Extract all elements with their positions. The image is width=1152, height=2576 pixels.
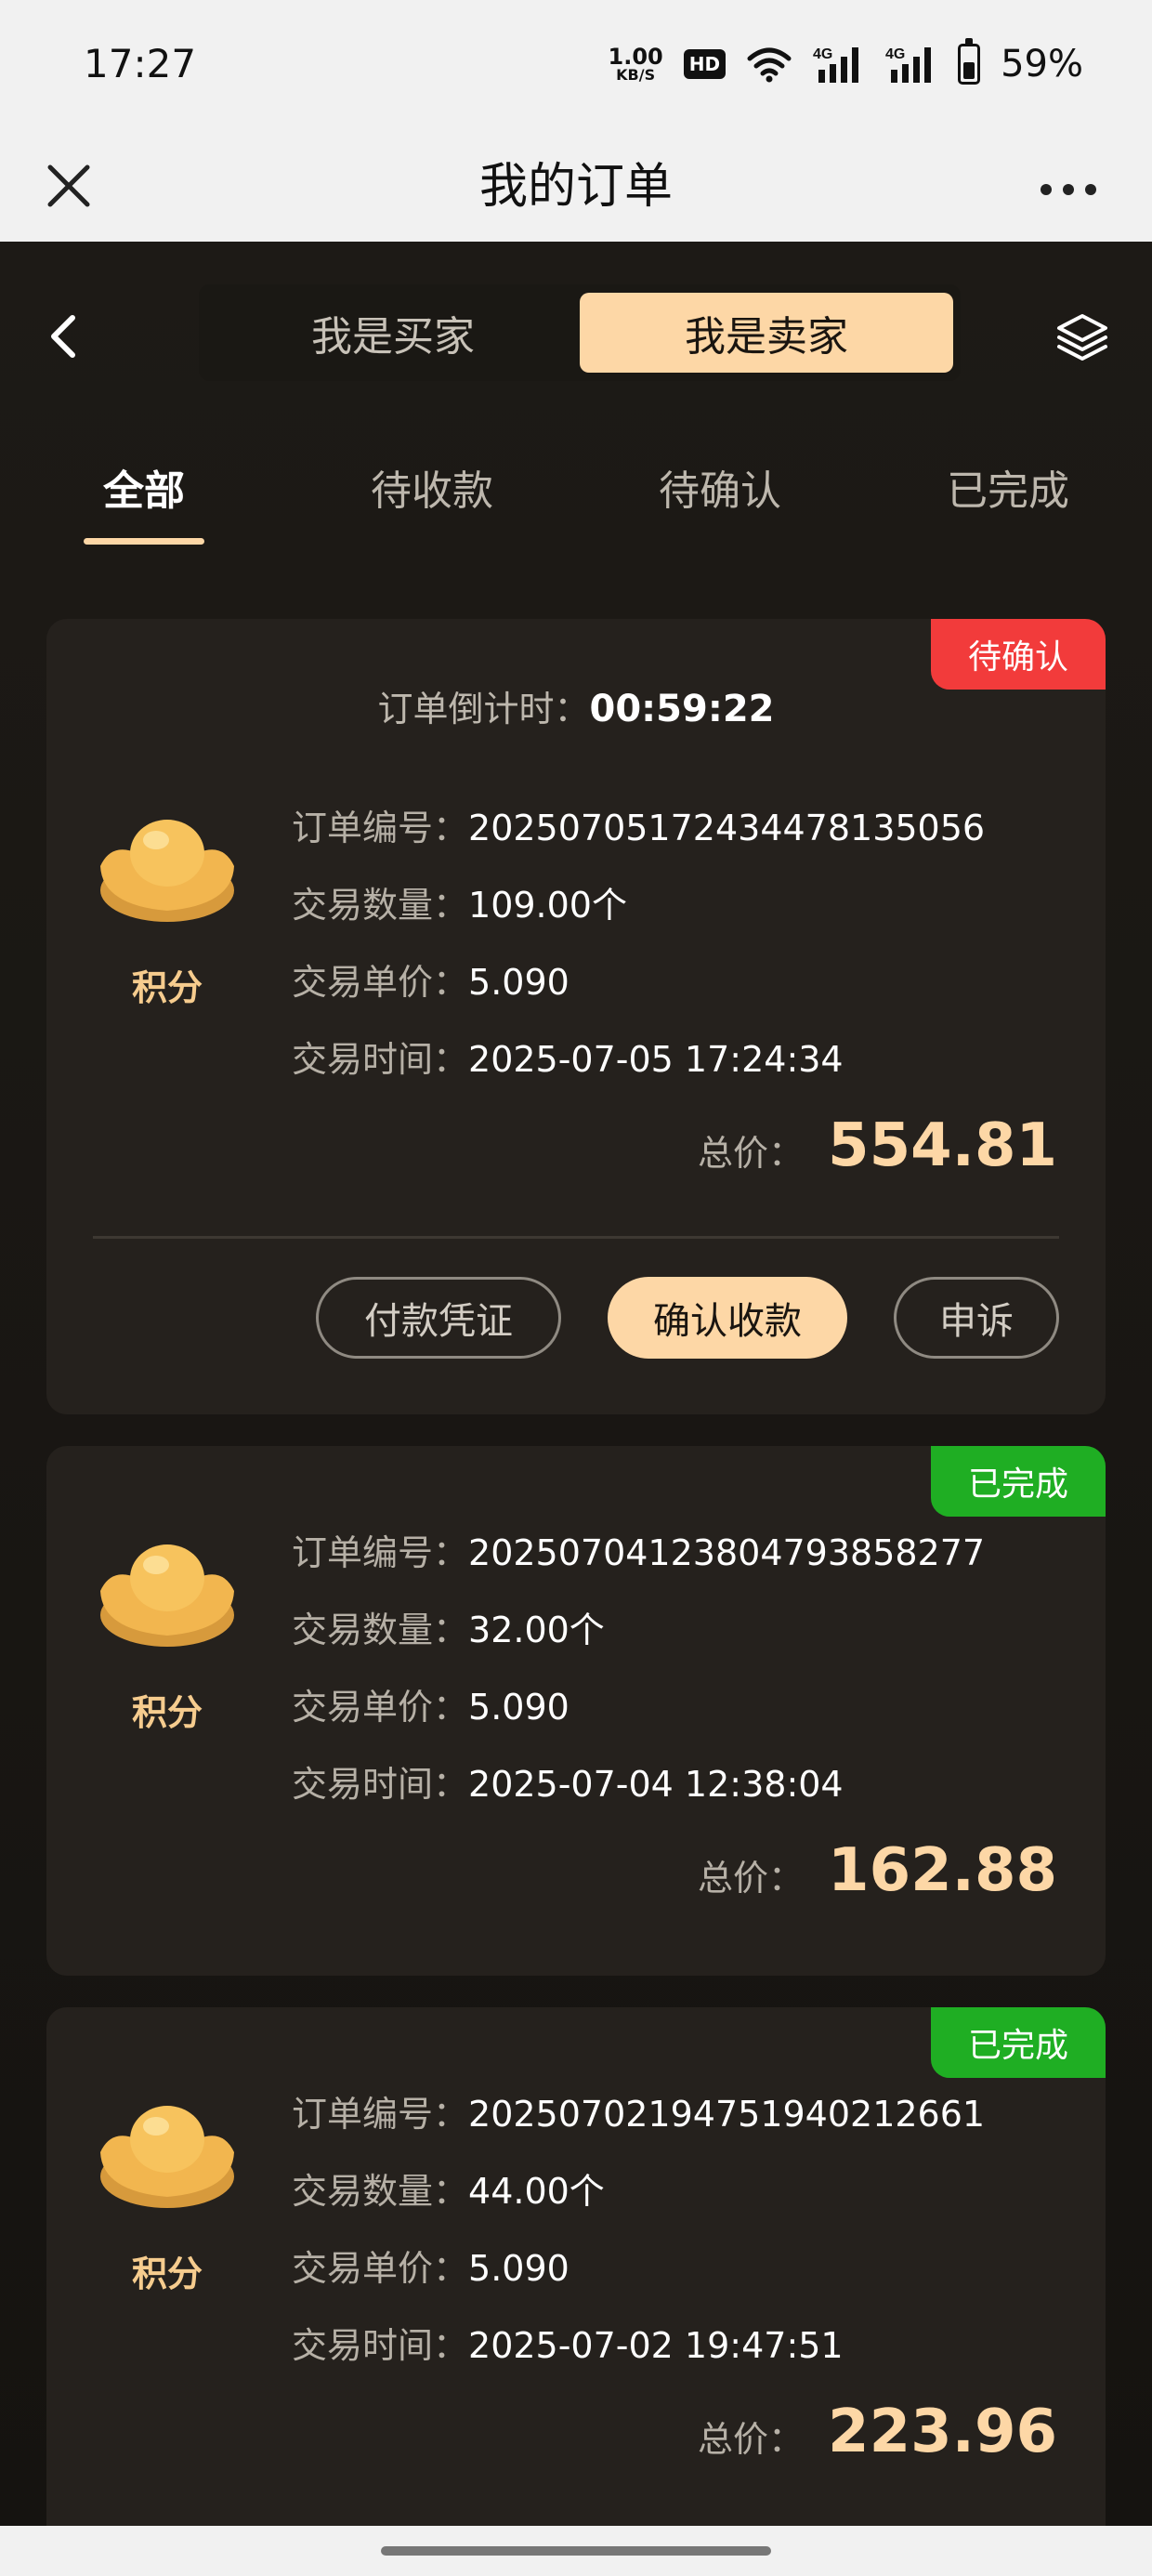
battery-percent: 59% [1001, 43, 1083, 85]
trade-quantity-label: 交易数量： [292, 885, 469, 926]
appeal-button[interactable]: 申诉 [894, 1277, 1059, 1359]
unit-price-label: 交易单价： [292, 1687, 469, 1728]
role-tab-seller[interactable]: 我是卖家 [580, 293, 953, 373]
trade-time-value: 2025-07-05 17:24:34 [468, 1039, 844, 1080]
order-total: 总价： 223.96 [698, 2398, 1057, 2466]
trade-time-label: 交易时间： [292, 1764, 469, 1805]
gold-ingot-icon [100, 2106, 234, 2208]
signal-4g-icon: 4G [813, 46, 859, 83]
status-bar: 17:27 1.00 KB/S HD 4G 4G 59% [0, 0, 1152, 130]
net-speed-value: 1.00 [608, 44, 663, 70]
back-button[interactable] [37, 299, 93, 374]
more-icon [1041, 184, 1096, 195]
page-title: 我的订单 [478, 159, 673, 215]
total-value: 554.81 [828, 1111, 1057, 1180]
order-number-value: 20250705172434478135056 [468, 808, 986, 848]
order-number-label: 订单编号： [292, 808, 469, 848]
role-switch: 我是买家 我是卖家 [199, 284, 961, 381]
total-label: 总价： [698, 1133, 805, 1174]
role-tab-buyer[interactable]: 我是买家 [206, 293, 580, 373]
item-name: 积分 [131, 1692, 203, 1733]
wifi-icon [747, 47, 792, 83]
more-button[interactable] [1022, 149, 1115, 223]
hd-icon: HD [683, 49, 727, 79]
trade-quantity-value: 109.00个 [468, 885, 627, 926]
signal-4g-icon: 4G [885, 46, 932, 83]
order-card[interactable]: 已完成 积分 订单编号：20250704123804793858277 交易数量… [46, 1446, 1106, 1976]
trade-time-label: 交易时间： [292, 1039, 469, 1080]
unit-price-value: 5.090 [468, 1687, 569, 1728]
payment-proof-button[interactable]: 付款凭证 [316, 1277, 561, 1359]
total-value: 223.96 [828, 2398, 1057, 2466]
unit-price-value: 5.090 [468, 962, 569, 1003]
trade-quantity-value: 44.00个 [468, 2171, 605, 2212]
unit-price: 交易单价：5.090 [292, 2240, 569, 2291]
trade-time: 交易时间：2025-07-04 12:38:04 [292, 1755, 844, 1807]
order-number: 订单编号：20250705172434478135056 [292, 799, 985, 850]
status-badge: 已完成 [931, 2007, 1106, 2078]
orders-page: 我是买家 我是卖家 全部 待收款 待确认 已完成 待确认 订单倒计时：00:59… [0, 242, 1152, 2526]
gold-ingot-icon [100, 820, 234, 922]
trade-quantity-label: 交易数量： [292, 2171, 469, 2212]
title-bar: 我的订单 [0, 130, 1152, 242]
unit-price-label: 交易单价： [292, 2248, 469, 2289]
trade-quantity: 交易数量：44.00个 [292, 2162, 605, 2214]
trade-quantity-label: 交易数量： [292, 1610, 469, 1650]
tab-all[interactable]: 全部 [0, 424, 288, 526]
order-number-label: 订单编号： [292, 1532, 469, 1573]
item-name: 积分 [131, 2254, 203, 2294]
trade-time-value: 2025-07-02 19:47:51 [468, 2325, 844, 2366]
net-speed-unit: KB/S [616, 66, 656, 84]
unit-price-label: 交易单价： [292, 962, 469, 1003]
trade-quantity-value: 32.00个 [468, 1610, 605, 1650]
order-total: 总价： 554.81 [698, 1111, 1057, 1180]
status-icons: 1.00 KB/S HD 4G 4G 59% [609, 38, 1083, 87]
unit-price-value: 5.090 [468, 2248, 569, 2289]
status-time: 17:27 [84, 41, 197, 86]
tab-pending-payment[interactable]: 待收款 [288, 424, 576, 526]
status-badge: 待确认 [931, 619, 1106, 690]
tab-pending-confirm[interactable]: 待确认 [576, 424, 864, 526]
layers-button[interactable] [1050, 299, 1115, 374]
status-tabs: 全部 待收款 待确认 已完成 [0, 424, 1152, 526]
order-number: 订单编号：20250704123804793858277 [292, 1524, 985, 1575]
order-number-value: 20250702194751940212661 [468, 2094, 986, 2135]
status-badge: 已完成 [931, 1446, 1106, 1517]
net-speed: 1.00 KB/S [609, 46, 663, 83]
trade-time: 交易时间：2025-07-02 19:47:51 [292, 2317, 844, 2368]
order-number: 订单编号：20250702194751940212661 [292, 2085, 985, 2136]
system-nav-bar [0, 2526, 1152, 2576]
order-countdown: 订单倒计时：00:59:22 [46, 680, 1106, 731]
trade-quantity: 交易数量：109.00个 [292, 876, 627, 927]
total-value: 162.88 [828, 1836, 1057, 1905]
chevron-left-icon [51, 315, 75, 358]
countdown-label: 订单倒计时： [377, 689, 590, 729]
countdown-value: 00:59:22 [589, 688, 775, 730]
confirm-receipt-button[interactable]: 确认收款 [608, 1277, 847, 1359]
trade-quantity: 交易数量：32.00个 [292, 1601, 605, 1652]
svg-text:4G: 4G [813, 46, 832, 62]
trade-time-label: 交易时间： [292, 2325, 469, 2366]
total-label: 总价： [698, 1858, 805, 1899]
order-number-label: 订单编号： [292, 2094, 469, 2135]
trade-time-value: 2025-07-04 12:38:04 [468, 1764, 844, 1805]
order-card[interactable]: 已完成 积分 订单编号：20250702194751940212661 交易数量… [46, 2007, 1106, 2526]
gold-ingot-icon [100, 1544, 234, 1647]
unit-price: 交易单价：5.090 [292, 953, 569, 1005]
svg-text:4G: 4G [885, 46, 905, 62]
order-number-value: 20250704123804793858277 [468, 1532, 986, 1573]
battery-icon [958, 38, 981, 85]
item-name: 积分 [131, 967, 203, 1008]
total-label: 总价： [698, 2419, 805, 2460]
trade-time: 交易时间：2025-07-05 17:24:34 [292, 1031, 844, 1082]
unit-price: 交易单价：5.090 [292, 1678, 569, 1729]
order-card[interactable]: 待确认 订单倒计时：00:59:22 积分 订单编号：2025070517243… [46, 619, 1106, 1414]
layers-icon [1057, 314, 1107, 361]
home-indicator[interactable] [381, 2546, 771, 2556]
tab-completed[interactable]: 已完成 [864, 424, 1152, 526]
divider [93, 1236, 1059, 1239]
order-total: 总价： 162.88 [698, 1836, 1057, 1905]
